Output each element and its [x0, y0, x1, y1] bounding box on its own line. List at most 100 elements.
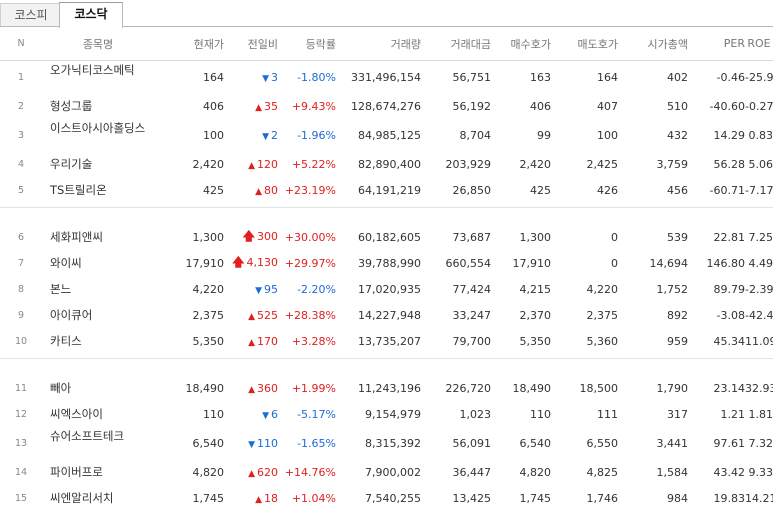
row-number: 7	[17, 257, 25, 269]
price-cell: 5,350	[192, 334, 225, 348]
market-tabs: 코스피 코스닥	[0, 0, 773, 28]
table-row[interactable]: 7 와이씨 17,910 🡅 4,130 +29.97% 39,788,990 660,554…	[0, 250, 773, 276]
stock-name-link[interactable]: 씨엑스아이	[42, 401, 154, 427]
change-value: 4,130	[246, 255, 279, 269]
col-header-price[interactable]: 현재가	[154, 27, 224, 61]
up-arrow-icon: ▲	[248, 337, 255, 348]
col-header-change[interactable]: 전일비	[224, 27, 278, 61]
bid-cell: 406	[530, 99, 551, 113]
col-header-roe[interactable]: ROE	[745, 27, 773, 61]
col-header-rate[interactable]: 등락률	[278, 27, 336, 61]
table-row[interactable]: 1 오가닉티코스메틱 164 ▼ 3 -1.80% 331,496,154 56,751 163…	[0, 61, 773, 94]
ask-cell: 1,746	[586, 491, 619, 505]
down-arrow-icon: ▼	[262, 131, 269, 142]
col-header-per[interactable]: PER	[688, 27, 745, 61]
mcap-cell: 456	[667, 183, 688, 197]
stock-name-link[interactable]: 형성그룹	[42, 93, 154, 119]
ask-cell: 4,220	[586, 282, 619, 296]
roe-cell: -42.49	[745, 308, 773, 322]
table-row[interactable]: 14 파이버프로 4,820 ▲ 620 +14.76% 7,900,002 36,447 4,…	[0, 459, 773, 485]
row-number: 8	[17, 283, 25, 295]
stock-name-link[interactable]: 이스트아시아홀딩스	[42, 119, 154, 151]
price-cell: 164	[203, 70, 224, 84]
down-arrow-icon: ▼	[255, 285, 262, 296]
stock-name-link[interactable]: 카티스	[42, 328, 154, 354]
change-cell: ▼ 6	[224, 401, 278, 427]
table-row[interactable]: 10 카티스 5,350 ▲ 170 +3.28% 13,735,207 79,700 5,35…	[0, 328, 773, 354]
bid-cell: 425	[530, 183, 551, 197]
col-header-volume[interactable]: 거래량	[336, 27, 421, 61]
col-header-ask[interactable]: 매도호가	[551, 27, 618, 61]
mcap-cell: 1,584	[656, 465, 689, 479]
tab-kosdaq[interactable]: 코스닥	[59, 2, 123, 28]
per-cell: -40.60	[709, 99, 745, 113]
table-row[interactable]: 5 TS트릴리온 425 ▲ 80 +23.19% 64,191,219 26,850 425 4…	[0, 177, 773, 203]
table-row[interactable]: 15 씨엔알리서치 1,745 ▲ 18 +1.04% 7,540,255 13,425 1,7…	[0, 485, 773, 511]
volume-cell: 128,674,276	[351, 99, 421, 113]
rate-cell: -2.20%	[297, 282, 336, 296]
stock-name-link[interactable]: TS트릴리온	[42, 177, 154, 203]
ask-cell: 5,360	[586, 334, 619, 348]
volume-cell: 39,788,990	[358, 256, 421, 270]
stock-name-link[interactable]: 본느	[42, 276, 154, 302]
table-row[interactable]: 3 이스트아시아홀딩스 100 ▼ 2 -1.96% 84,985,125 8,704 99 10…	[0, 119, 773, 151]
col-header-bid[interactable]: 매수호가	[491, 27, 551, 61]
volume-cell: 17,020,935	[358, 282, 421, 296]
table-row[interactable]: 8 본느 4,220 ▼ 95 -2.20% 17,020,935 77,424 4,215 4,…	[0, 276, 773, 302]
row-number: 10	[14, 335, 28, 347]
group-gap	[0, 208, 773, 225]
table-row[interactable]: 2 형성그룹 406 ▲ 35 +9.43% 128,674,276 56,192 406 407…	[0, 93, 773, 119]
rate-cell: +30.00%	[284, 230, 336, 244]
mcap-cell: 539	[667, 230, 688, 244]
ask-cell: 18,500	[579, 381, 619, 395]
change-value: 80	[264, 183, 278, 197]
change-value: 120	[257, 157, 278, 171]
stock-name-link[interactable]: 슈어소프트테크	[42, 427, 154, 459]
ask-cell: 0	[611, 256, 618, 270]
table-row[interactable]: 6 세화피앤씨 1,300 🡅 300 +30.00% 60,182,605 73,687 1,…	[0, 224, 773, 250]
mcap-cell: 1,790	[656, 381, 689, 395]
table-row[interactable]: 9 아이큐어 2,375 ▲ 525 +28.38% 14,227,948 33,247 2,3…	[0, 302, 773, 328]
table-row[interactable]: 12 씨엑스아이 110 ▼ 6 -5.17% 9,154,979 1,023 110 111 31…	[0, 401, 773, 427]
rate-cell: -1.96%	[297, 128, 336, 142]
change-cell: ▼ 3	[224, 61, 278, 94]
stock-name-link[interactable]: 아이큐어	[42, 302, 154, 328]
per-cell: 14.29	[713, 128, 746, 142]
per-cell: 1.21	[720, 407, 746, 421]
rate-cell: -5.17%	[297, 407, 336, 421]
stock-name-link[interactable]: 빼아	[42, 375, 154, 401]
amount-cell: 36,447	[452, 465, 492, 479]
col-header-amount[interactable]: 거래대금	[421, 27, 491, 61]
col-header-name[interactable]: 종목명	[42, 27, 154, 61]
stock-name-link[interactable]: 우리기술	[42, 151, 154, 177]
stock-name-link[interactable]: 와이씨	[42, 250, 154, 276]
table-row[interactable]: 11 빼아 18,490 ▲ 360 +1.99% 11,243,196 226,720 18,…	[0, 375, 773, 401]
change-cell: ▲ 120	[224, 151, 278, 177]
table-row[interactable]: 13 슈어소프트테크 6,540 ▼ 110 -1.65% 8,315,392 56,091 6…	[0, 427, 773, 459]
bid-cell: 4,215	[519, 282, 552, 296]
rate-cell: +9.43%	[291, 99, 336, 113]
roe-cell: 7.32	[748, 436, 773, 450]
mcap-cell: 432	[667, 128, 688, 142]
stock-name-link[interactable]: 세화피앤씨	[42, 224, 154, 250]
price-cell: 6,540	[192, 436, 225, 450]
up-arrow-icon: ▲	[255, 102, 262, 113]
rate-cell: -1.80%	[297, 70, 336, 84]
bid-cell: 1,745	[519, 491, 552, 505]
stock-name-link[interactable]: 파이버프로	[42, 459, 154, 485]
rate-cell: -1.65%	[297, 436, 336, 450]
bid-cell: 110	[530, 407, 551, 421]
amount-cell: 226,720	[445, 381, 492, 395]
roe-cell: -0.27	[745, 99, 773, 113]
volume-cell: 14,227,948	[358, 308, 421, 322]
roe-cell: 11.09	[745, 334, 773, 348]
stock-name-link[interactable]: 씨엔알리서치	[42, 485, 154, 511]
per-cell: 45.34	[713, 334, 746, 348]
col-header-mcap[interactable]: 시가총액	[618, 27, 688, 61]
stock-name-link[interactable]: 오가닉티코스메틱	[42, 61, 154, 94]
price-cell: 2,375	[192, 308, 225, 322]
volume-cell: 7,540,255	[365, 491, 421, 505]
table-row[interactable]: 4 우리기술 2,420 ▲ 120 +5.22% 82,890,400 203,929 2,4…	[0, 151, 773, 177]
change-value: 2	[271, 128, 278, 142]
tab-kospi[interactable]: 코스피	[0, 3, 62, 26]
